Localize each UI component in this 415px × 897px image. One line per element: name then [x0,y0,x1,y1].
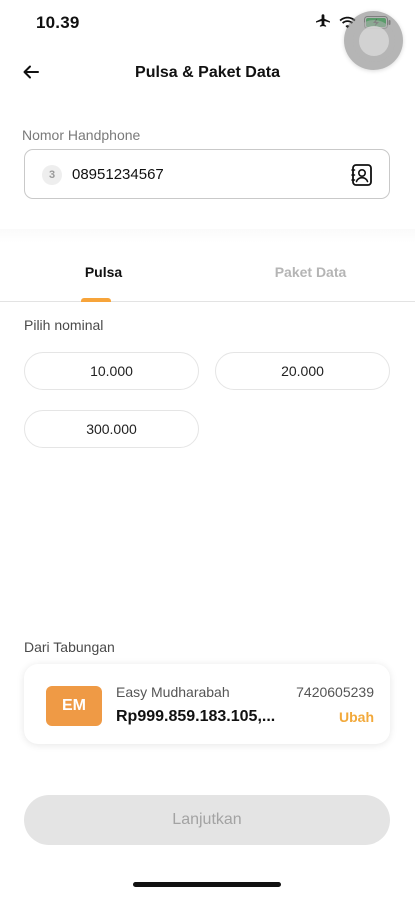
account-number: 7420605239 [296,684,374,700]
status-time: 10.39 [36,13,80,32]
page-title: Pulsa & Paket Data [135,64,280,81]
continue-button[interactable]: Lanjutkan [24,795,390,845]
source-account-card: EM Easy Mudharabah 7420605239 Rp999.859.… [24,664,390,744]
active-tab-indicator [81,298,111,302]
account-name: Easy Mudharabah [116,684,230,700]
operator-logo: 3 [42,165,62,185]
account-badge: EM [46,686,102,726]
nominal-label: Pilih nominal [24,317,104,333]
phone-number-field[interactable]: 3 [24,149,390,199]
nominal-option[interactable]: 20.000 [215,352,390,390]
tab-bar: Pulsa Paket Data [0,246,415,302]
phone-number-label: Nomor Handphone [22,127,141,143]
account-balance: Rp999.859.183.105,... [116,708,276,725]
header: Pulsa & Paket Data [0,52,415,96]
tab-paket-data[interactable]: Paket Data [207,246,414,302]
section-separator [0,229,415,243]
nominal-option[interactable]: 300.000 [24,410,199,448]
phone-number-input[interactable] [72,166,332,183]
nominal-option[interactable]: 10.000 [24,352,199,390]
home-indicator [133,882,281,887]
source-account-label: Dari Tabungan [24,639,115,655]
tab-pulsa[interactable]: Pulsa [0,246,207,302]
contact-book-icon[interactable] [351,163,373,187]
airplane-icon [315,14,331,35]
change-account-link[interactable]: Ubah [339,709,374,725]
